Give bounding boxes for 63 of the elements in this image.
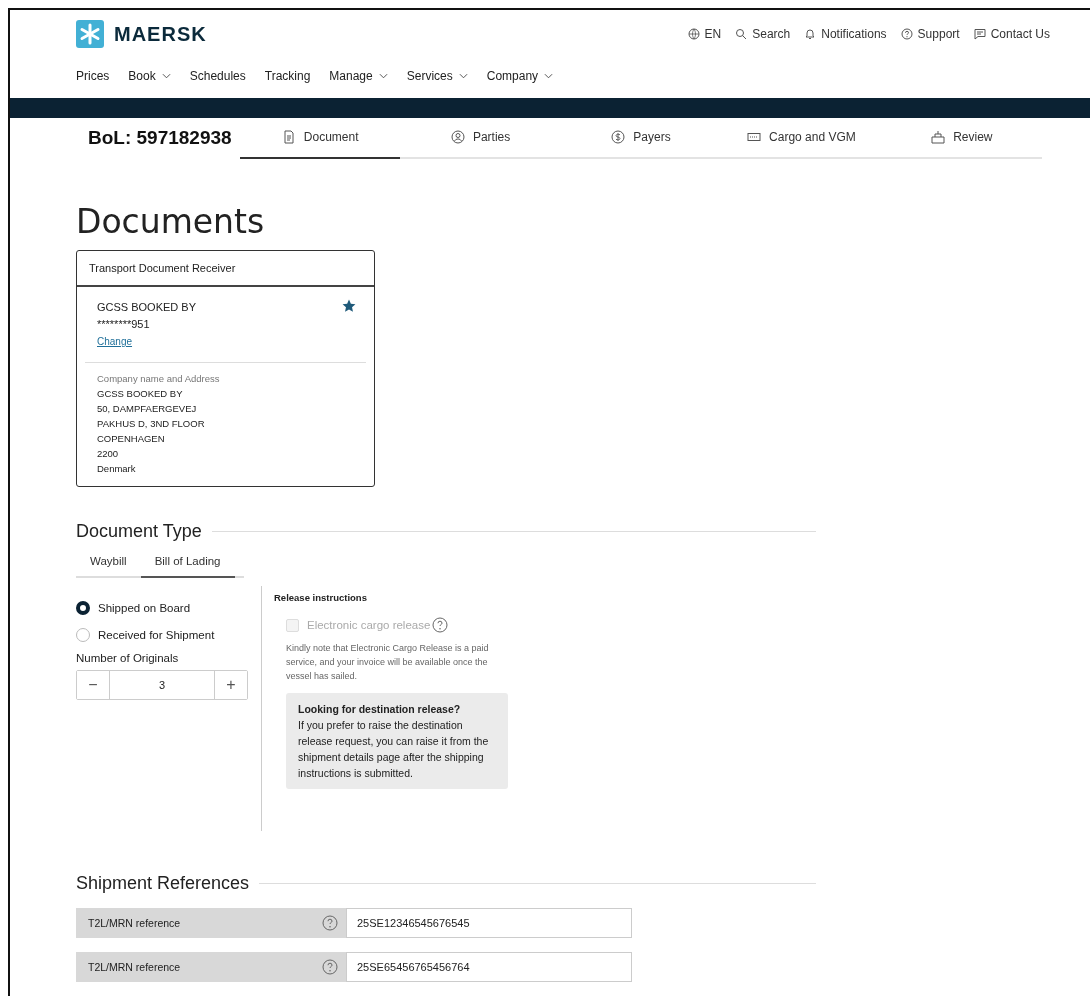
- utility-link[interactable]: Contact Us: [973, 27, 1050, 41]
- nav-item[interactable]: Manage: [329, 69, 388, 83]
- star-logo-icon[interactable]: [76, 20, 104, 48]
- page-title: Documents: [76, 202, 266, 242]
- dollar-icon: [611, 130, 626, 144]
- document-type-tab[interactable]: Waybill: [76, 550, 141, 578]
- bell-icon: [804, 28, 817, 40]
- nav-item[interactable]: Company: [486, 69, 554, 83]
- radio-option[interactable]: Shipped on Board: [76, 594, 261, 621]
- document-type-tab[interactable]: Bill of Lading: [140, 550, 235, 578]
- search-icon: [735, 28, 748, 40]
- section-heading: Shipment References: [76, 873, 250, 894]
- address-line: GCSS BOOKED BY: [97, 387, 184, 401]
- bol-number: BoL: 597182938: [88, 127, 233, 149]
- utility-link[interactable]: Support: [900, 27, 960, 41]
- help-icon[interactable]: [432, 617, 449, 633]
- nav-item[interactable]: Tracking: [264, 69, 311, 83]
- reference-input[interactable]: 25SE12346545676545: [346, 908, 632, 938]
- address-line: Denmark: [97, 462, 137, 476]
- release-heading: Release instructions: [274, 592, 368, 603]
- help-icon[interactable]: [322, 915, 338, 931]
- utility-link[interactable]: EN: [687, 27, 722, 41]
- info-text: If you prefer to raise the destination release request, you can raise it from the shipment details page after the shipping instructions is submitted.: [298, 718, 490, 781]
- receiver-name: GCSS BOOKED BY: [97, 300, 197, 315]
- help-icon: [900, 28, 913, 40]
- address-line: PAKHUS D, 3ND FLOOR: [97, 417, 206, 431]
- utility-link[interactable]: Notifications: [804, 27, 887, 41]
- document-icon: [281, 130, 296, 144]
- reference-label: T2L/MRN reference: [76, 952, 346, 982]
- box-icon: [931, 130, 946, 144]
- nav-item[interactable]: Book: [128, 69, 171, 83]
- card-icon: [747, 130, 762, 144]
- address-line: 50, DAMPFAERGEVEJ: [97, 402, 198, 416]
- account-number: ********951: [97, 317, 151, 332]
- step-tab[interactable]: Review: [881, 117, 1043, 159]
- address-line: 2200: [97, 447, 120, 461]
- brand-name: MAERSK: [114, 22, 207, 46]
- change-link[interactable]: Change: [97, 336, 133, 347]
- card-heading: Transport Document Receiver: [77, 251, 374, 287]
- nav-item[interactable]: Services: [406, 69, 468, 83]
- star-icon: [342, 299, 356, 313]
- address-line: COPENHAGEN: [97, 432, 166, 446]
- help-icon[interactable]: [322, 959, 338, 975]
- checkbox-label: Electronic cargo release: [307, 619, 431, 631]
- release-note: Kindly note that Electronic Cargo Release is a paid service, and your invoice will be available once the vessel has sailed.: [286, 642, 490, 683]
- globe-icon: [687, 28, 700, 40]
- radio-button[interactable]: [76, 600, 90, 615]
- step-tab[interactable]: Document: [240, 117, 401, 159]
- reference-input[interactable]: 25SE65456765456764: [346, 952, 632, 982]
- section-heading: Document Type: [76, 521, 202, 542]
- field-label: Number of Originals: [76, 652, 180, 664]
- reference-label: T2L/MRN reference: [76, 908, 346, 938]
- nav-item[interactable]: Prices: [76, 69, 110, 83]
- address-label: Company name and Address: [97, 372, 221, 386]
- person-icon: [450, 130, 465, 144]
- step-tab[interactable]: Cargo and VGM: [721, 117, 882, 159]
- nav-item[interactable]: Schedules: [189, 69, 246, 83]
- step-tab[interactable]: Parties: [400, 117, 561, 159]
- chat-icon: [973, 28, 986, 40]
- step-tab[interactable]: Payers: [560, 117, 722, 159]
- info-title: Looking for destination release?: [298, 702, 462, 717]
- radio-option[interactable]: Received for Shipment: [76, 621, 261, 648]
- utility-link[interactable]: Search: [735, 27, 791, 41]
